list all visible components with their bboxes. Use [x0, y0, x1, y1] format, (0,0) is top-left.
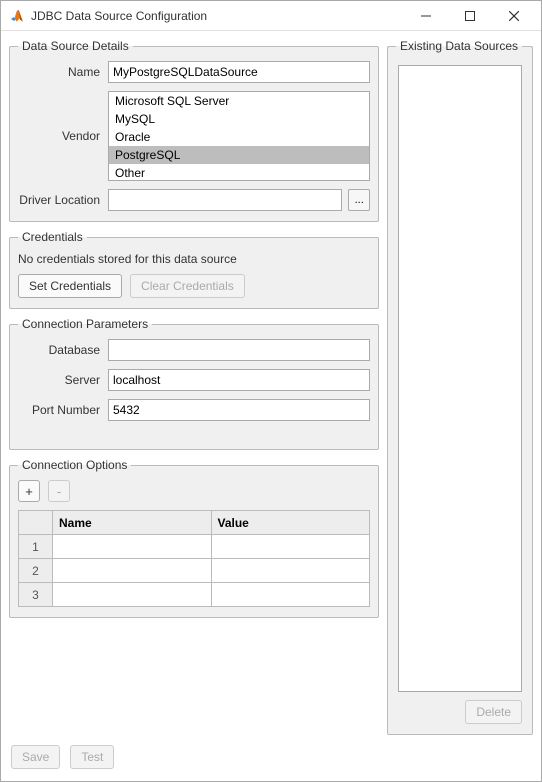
table-row: 1 — [19, 535, 370, 559]
remove-option-button[interactable]: - — [48, 480, 70, 502]
name-input[interactable] — [108, 61, 370, 83]
test-button[interactable]: Test — [70, 745, 114, 769]
options-table: Name Value 1 2 — [18, 510, 370, 607]
database-label: Database — [18, 343, 108, 357]
port-label: Port Number — [18, 403, 108, 417]
credentials-legend: Credentials — [18, 230, 87, 244]
close-button[interactable] — [501, 6, 527, 26]
table-row: 2 — [19, 559, 370, 583]
maximize-button[interactable] — [457, 6, 483, 26]
browse-button[interactable]: ... — [348, 189, 370, 211]
footer-bar: Save Test — [1, 743, 541, 781]
driver-location-label: Driver Location — [18, 193, 108, 207]
row-index: 1 — [19, 535, 53, 559]
option-name-cell[interactable] — [53, 583, 212, 607]
row-header-blank — [19, 511, 53, 535]
port-input[interactable] — [108, 399, 370, 421]
name-label: Name — [18, 65, 108, 79]
set-credentials-button[interactable]: Set Credentials — [18, 274, 122, 298]
app-window: JDBC Data Source Configuration Data Sour… — [0, 0, 542, 782]
params-legend: Connection Parameters — [18, 317, 152, 331]
vendor-option[interactable]: Microsoft SQL Server — [109, 92, 369, 110]
credentials-panel: Credentials No credentials stored for th… — [9, 230, 379, 309]
driver-location-input[interactable] — [108, 189, 342, 211]
clear-credentials-button[interactable]: Clear Credentials — [130, 274, 245, 298]
options-col-value: Value — [211, 511, 370, 535]
option-value-cell[interactable] — [211, 535, 370, 559]
details-legend: Data Source Details — [18, 39, 133, 53]
titlebar-controls — [413, 6, 533, 26]
existing-sources-listbox[interactable] — [398, 65, 522, 692]
connection-parameters-panel: Connection Parameters Database Server Po… — [9, 317, 379, 450]
server-input[interactable] — [108, 369, 370, 391]
minimize-button[interactable] — [413, 6, 439, 26]
add-option-button[interactable]: + — [18, 480, 40, 502]
matlab-icon — [9, 8, 25, 24]
left-column: Data Source Details Name Vendor Microsof… — [9, 39, 379, 735]
table-row: 3 — [19, 583, 370, 607]
vendor-option[interactable]: MySQL — [109, 110, 369, 128]
existing-data-sources-panel: Existing Data Sources Delete — [387, 39, 533, 735]
option-name-cell[interactable] — [53, 535, 212, 559]
vendor-option[interactable]: PostgreSQL — [109, 146, 369, 164]
row-index: 2 — [19, 559, 53, 583]
options-legend: Connection Options — [18, 458, 131, 472]
delete-button[interactable]: Delete — [465, 700, 522, 724]
vendor-listbox[interactable]: Microsoft SQL Server MySQL Oracle Postgr… — [108, 91, 370, 181]
option-value-cell[interactable] — [211, 559, 370, 583]
data-source-details-panel: Data Source Details Name Vendor Microsof… — [9, 39, 379, 222]
server-label: Server — [18, 373, 108, 387]
row-index: 3 — [19, 583, 53, 607]
existing-legend: Existing Data Sources — [396, 39, 522, 53]
option-value-cell[interactable] — [211, 583, 370, 607]
options-col-name: Name — [53, 511, 212, 535]
database-input[interactable] — [108, 339, 370, 361]
vendor-label: Vendor — [18, 129, 108, 143]
content-area: Data Source Details Name Vendor Microsof… — [1, 31, 541, 743]
vendor-option[interactable]: Other — [109, 164, 369, 181]
credentials-note: No credentials stored for this data sour… — [18, 252, 370, 266]
right-column: Existing Data Sources Delete — [387, 39, 533, 735]
option-name-cell[interactable] — [53, 559, 212, 583]
titlebar: JDBC Data Source Configuration — [1, 1, 541, 31]
connection-options-panel: Connection Options + - Name Value — [9, 458, 379, 618]
window-title: JDBC Data Source Configuration — [31, 9, 413, 23]
save-button[interactable]: Save — [11, 745, 60, 769]
vendor-option[interactable]: Oracle — [109, 128, 369, 146]
